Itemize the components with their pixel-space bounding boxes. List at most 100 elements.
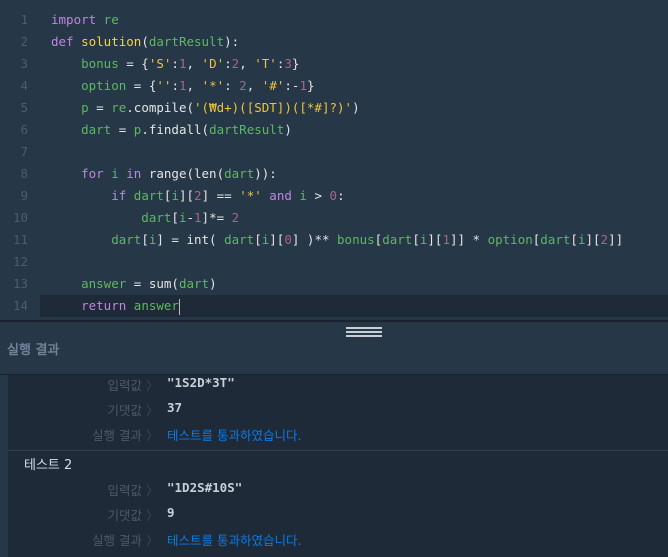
code-line[interactable]: 10 dart[i-1]*= 2 [0, 207, 668, 229]
result-title: 실행 결과 [7, 343, 60, 358]
test1-expected-row: 기댓값 〉 37 [8, 400, 668, 422]
code-token: 'S' [148, 56, 172, 71]
code-token: dart [540, 232, 571, 247]
code-token: ]] * [449, 232, 488, 247]
code-token: .compile( [126, 100, 195, 115]
input-value: "1S2D*3T" [167, 375, 235, 390]
code-token: in [118, 166, 142, 181]
code-token: solution [73, 34, 142, 49]
code-token: ][ [585, 232, 601, 247]
code-token: 2 [600, 232, 609, 247]
code-token: = sum( [126, 276, 179, 291]
code-token: , [186, 78, 202, 93]
expected-label: 기댓값 [107, 508, 142, 523]
code-line[interactable]: 11 dart[i] = int( dart[i][0] )** bonus[d… [0, 229, 668, 251]
code-text: return answer [51, 295, 180, 317]
line-number: 7 [20, 144, 28, 159]
code-token: i [103, 166, 119, 181]
results-list[interactable]: 입력값 〉 "1S2D*3T" 기댓값 〉 37 실행 결과 〉 테스트를 통과… [0, 375, 668, 557]
line-number: 12 [12, 254, 28, 269]
code-line[interactable]: 3 bonus = {'S':1, 'D':2, 'T':3} [0, 53, 668, 75]
code-token: = { [126, 78, 157, 93]
resize-handle-icon[interactable] [346, 327, 382, 337]
code-token: dartResult [209, 122, 285, 137]
chevron-right-icon: 〉 [146, 483, 159, 498]
line-number: 6 [20, 122, 28, 137]
code-text: if dart[i][2] == '*' and i > 0: [51, 185, 344, 207]
expected-value: 9 [167, 505, 175, 520]
line-number: 11 [12, 232, 28, 247]
code-token: 2 [194, 188, 202, 203]
chevron-right-icon: 〉 [146, 428, 159, 443]
code-token: } [291, 56, 300, 71]
code-line[interactable]: 5 p = re.compile('(₩d+)([SDT])([*#]?)') [0, 97, 668, 119]
code-token: for [51, 166, 104, 181]
code-line[interactable]: 9 if dart[i][2] == '*' and i > 0: [0, 185, 668, 207]
code-token: 1 [299, 78, 307, 93]
code-token: ) [352, 100, 360, 115]
code-token: .findall( [141, 122, 210, 137]
code-token: 3 [284, 56, 292, 71]
code-token: ) [284, 122, 292, 137]
code-text: answer = sum(dart) [51, 273, 217, 295]
line-number: 3 [20, 56, 28, 71]
code-token: dart [178, 276, 210, 291]
code-token: 0 [329, 188, 338, 203]
code-token: ] = int( [156, 232, 225, 247]
code-token: i [171, 188, 179, 203]
code-line[interactable]: 8 for i in range(len(dart)): [0, 163, 668, 185]
code-token: : [171, 56, 179, 71]
test1-result-row: 실행 결과 〉 테스트를 통과하였습니다. [8, 425, 668, 447]
code-token: ][ [269, 232, 285, 247]
line-number: 9 [20, 188, 28, 203]
code-token: re [96, 12, 119, 27]
input-label: 입력값 [107, 483, 142, 498]
test2-input-row: 입력값 〉 "1D2S#10S" [8, 480, 668, 502]
code-token: 2 [231, 210, 240, 225]
code-text: for i in range(len(dart)): [51, 163, 277, 185]
code-token: '*' [201, 78, 225, 93]
line-number: 13 [12, 276, 28, 291]
code-line[interactable]: 2 def solution(dartResult): [0, 31, 668, 53]
code-token: : [224, 78, 240, 93]
code-text: import re [51, 9, 119, 31]
code-line[interactable]: 7 [0, 141, 668, 163]
code-token: answer [126, 298, 179, 313]
code-token: 1 [178, 78, 187, 93]
code-token: , [239, 56, 255, 71]
code-text: p = re.compile('(₩d+)([SDT])([*#]?)') [51, 97, 360, 119]
code-line[interactable]: 4 option = {'':1, '*': 2, '#':-1} [0, 75, 668, 97]
code-token: '*' [239, 188, 262, 203]
code-token: answer [51, 276, 127, 291]
code-line[interactable]: 13 answer = sum(dart) [0, 273, 668, 295]
code-token: dartResult [148, 34, 225, 49]
code-line[interactable]: 1 import re [0, 9, 668, 31]
line-number: 5 [20, 100, 28, 115]
code-line[interactable]: 14 return answer [13, 295, 668, 317]
test2-result-row: 실행 결과 〉 테스트를 통과하였습니다. [8, 530, 668, 552]
code-editor[interactable]: 1 import re 2 def solution(dartResult): 3 bo… [0, 0, 668, 320]
code-token: - [186, 210, 195, 225]
code-token: '#' [261, 78, 285, 93]
code-token: bonus [337, 232, 375, 247]
line-number: 8 [20, 166, 28, 181]
code-token: [ [171, 210, 179, 225]
result-value: 테스트를 통과하였습니다. [167, 428, 302, 443]
code-line[interactable]: 12 [0, 251, 668, 273]
code-token: ) [209, 276, 217, 291]
code-token: option [51, 78, 127, 93]
code-text: dart[i] = int( dart[i][0] )** bonus[dart… [51, 229, 623, 251]
code-token: ] )** [291, 232, 338, 247]
code-token: ): [224, 34, 240, 49]
code-token: ] == [201, 188, 240, 203]
code-line[interactable]: 6 dart = p.findall(dartResult) [0, 119, 668, 141]
code-token: dart [51, 122, 112, 137]
code-token: = [88, 100, 112, 115]
test-title: 테스트 2 [24, 458, 73, 473]
code-token: re [111, 100, 127, 115]
code-token: [ [412, 232, 420, 247]
code-token: def [51, 34, 74, 49]
code-text: dart = p.findall(dartResult) [51, 119, 292, 141]
result-value: 테스트를 통과하였습니다. [167, 533, 302, 548]
code-token: dart [51, 232, 142, 247]
